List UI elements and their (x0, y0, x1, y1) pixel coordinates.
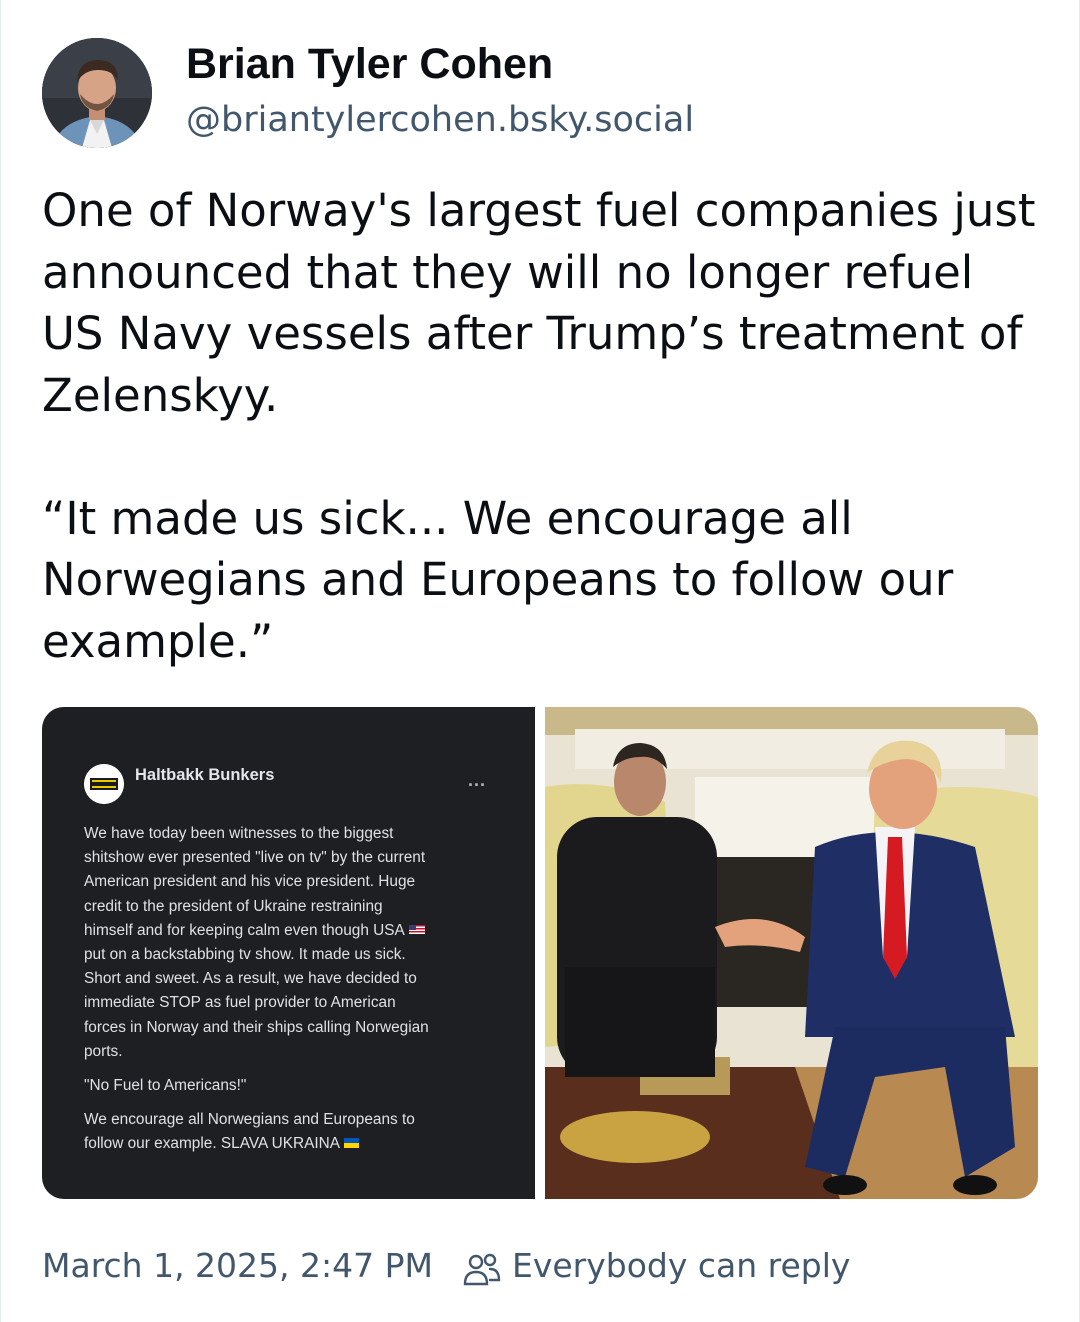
embed-line-with-flag: himself and for keeping calm even though… (84, 919, 504, 943)
avatar-photo (42, 38, 152, 148)
author-handle[interactable]: @briantylercohen.bsky.social (186, 100, 694, 140)
people-icon (462, 1252, 502, 1288)
embed-line-with-flag: follow our example. SLAVA UKRAINA (84, 1132, 504, 1156)
more-options-icon: ... (468, 770, 487, 790)
haltbakk-logo (84, 764, 124, 804)
avatar[interactable] (42, 38, 152, 148)
reply-setting[interactable]: Everybody can reply (512, 1246, 850, 1285)
embed-line: credit to the president of Ukraine restr… (84, 897, 383, 915)
embed-line: himself and for keeping calm even though… (84, 921, 405, 939)
embed-page-name: Haltbakk Bunkers (135, 766, 275, 784)
us-flag-icon (408, 924, 425, 934)
ukraine-flag-icon (344, 1138, 360, 1149)
embed-line: We encourage all Norwegians and European… (84, 1111, 415, 1129)
embed-line: shitshow ever presented "live on tv" by … (84, 849, 426, 867)
post-timestamp[interactable]: March 1, 2025, 2:47 PM (42, 1246, 433, 1285)
embedded-image-photo[interactable] (545, 707, 1038, 1199)
embed-line: We have today been witnesses to the bigg… (84, 825, 394, 842)
post-paragraph-1: One of Norway's largest fuel companies j… (42, 184, 1036, 422)
embed-quote: "No Fuel to Americans!" (84, 1077, 247, 1095)
embed-line: forces in Norway and their ships calling… (84, 1018, 429, 1036)
embed-line: put on a backstabbing tv show. It made u… (84, 946, 406, 964)
oval-office-photo (545, 707, 1038, 1199)
embed-line: American president and his vice presiden… (84, 873, 416, 891)
author-display-name[interactable]: Brian Tyler Cohen (186, 40, 553, 89)
post-text: One of Norway's largest fuel companies j… (42, 180, 1042, 672)
embed-line: follow our example. SLAVA UKRAINA (84, 1135, 341, 1153)
embed-line: immediate STOP as fuel provider to Ameri… (84, 994, 396, 1012)
embed-line: Short and sweet. As a result, we have de… (84, 970, 417, 988)
embed-post-text: We have today been witnesses to the bigg… (84, 822, 504, 1157)
frame-left-border (0, 0, 1, 1322)
post-paragraph-2: “It made us sick... We encourage all Nor… (42, 491, 954, 668)
embed-line: ports. (84, 1042, 123, 1060)
